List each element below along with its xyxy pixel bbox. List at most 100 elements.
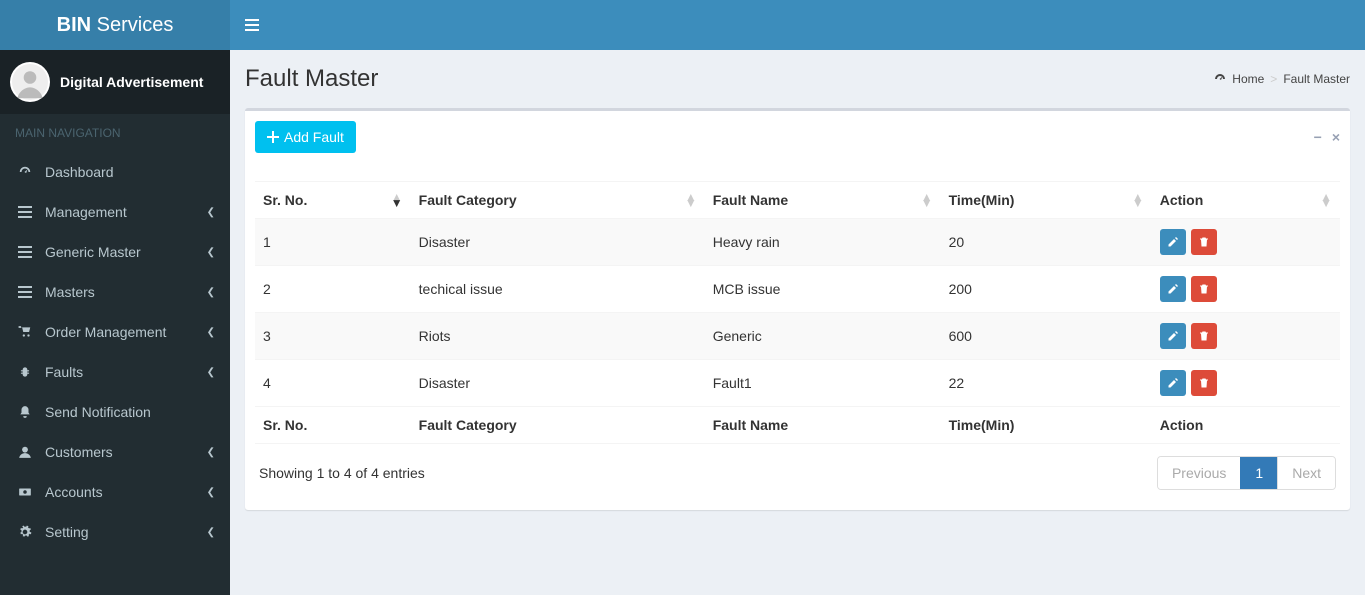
- sidebar-item-setting[interactable]: Setting ❮: [0, 512, 230, 552]
- chevron-left-icon: ❮: [207, 367, 215, 378]
- pencil-icon: [1167, 283, 1179, 295]
- table-row: 1 Disaster Heavy rain 20: [255, 219, 1340, 266]
- sidebar-item-send-notification[interactable]: Send Notification: [0, 392, 230, 432]
- table-row: 3 Riots Generic 600: [255, 313, 1340, 360]
- page-previous[interactable]: Previous: [1158, 457, 1240, 489]
- add-fault-label: Add Fault: [284, 129, 344, 145]
- sidebar-item-label: Setting: [45, 524, 89, 540]
- plus-icon: [267, 131, 279, 143]
- sidebar-item-order-management[interactable]: Order Management ❮: [0, 312, 230, 352]
- edit-button[interactable]: [1160, 229, 1186, 255]
- chevron-left-icon: ❮: [207, 287, 215, 298]
- cell-action: [1152, 219, 1340, 266]
- content-box: Add Fault − × Sr. No.▲▼ Fault Category▲▼: [245, 108, 1350, 510]
- delete-button[interactable]: [1191, 276, 1217, 302]
- sidebar-item-label: Generic Master: [45, 244, 141, 260]
- sidebar-item-label: Send Notification: [45, 404, 151, 420]
- sidebar-item-label: Order Management: [45, 324, 166, 340]
- sidebar-item-generic-master[interactable]: Generic Master ❮: [0, 232, 230, 272]
- bars-icon: [15, 245, 35, 259]
- sort-icon: ▲▼: [685, 194, 697, 206]
- sidebar-item-faults[interactable]: Faults ❮: [0, 352, 230, 392]
- delete-button[interactable]: [1191, 323, 1217, 349]
- foot-cat: Fault Category: [411, 407, 705, 444]
- fault-table: Sr. No.▲▼ Fault Category▲▼ Fault Name▲▼ …: [255, 181, 1340, 444]
- tachometer-icon: [15, 165, 35, 179]
- sort-icon: ▲▼: [921, 194, 933, 206]
- brand-logo[interactable]: BIN Services: [0, 0, 230, 50]
- sidebar-item-label: Dashboard: [45, 164, 114, 180]
- sidebar-section-header: MAIN NAVIGATION: [0, 114, 230, 152]
- sidebar-item-masters[interactable]: Masters ❮: [0, 272, 230, 312]
- avatar[interactable]: [10, 62, 50, 102]
- foot-time: Time(Min): [941, 407, 1152, 444]
- cell-time: 22: [941, 360, 1152, 407]
- trash-icon: [1198, 236, 1210, 248]
- sidebar-item-customers[interactable]: Customers ❮: [0, 432, 230, 472]
- close-icon[interactable]: ×: [1332, 129, 1340, 145]
- chevron-left-icon: ❮: [207, 447, 215, 458]
- sort-icon: ▲▼: [1320, 194, 1332, 206]
- bars-icon: [15, 285, 35, 299]
- sort-icon: ▲▼: [1132, 194, 1144, 206]
- trash-icon: [1198, 377, 1210, 389]
- add-fault-button[interactable]: Add Fault: [255, 121, 356, 153]
- gear-icon: [15, 525, 35, 539]
- chevron-left-icon: ❮: [207, 207, 215, 218]
- bell-icon: [15, 405, 35, 419]
- collapse-icon[interactable]: −: [1314, 129, 1322, 145]
- edit-button[interactable]: [1160, 323, 1186, 349]
- sidebar-item-label: Faults: [45, 364, 83, 380]
- chevron-left-icon: ❮: [207, 247, 215, 258]
- sidebar: BIN Services Digital Advertisement MAIN …: [0, 0, 230, 595]
- brand-rest: Services: [91, 14, 173, 36]
- delete-button[interactable]: [1191, 229, 1217, 255]
- sidebar-nav: Dashboard Management ❮ Generic Master ❮ …: [0, 152, 230, 552]
- sidebar-item-management[interactable]: Management ❮: [0, 192, 230, 232]
- user-name: Digital Advertisement: [60, 74, 203, 90]
- pencil-icon: [1167, 377, 1179, 389]
- sidebar-item-label: Customers: [45, 444, 113, 460]
- pencil-icon: [1167, 236, 1179, 248]
- edit-button[interactable]: [1160, 370, 1186, 396]
- brand-bold: BIN: [57, 14, 91, 36]
- delete-button[interactable]: [1191, 370, 1217, 396]
- money-icon: [15, 485, 35, 499]
- breadcrumb: Home > Fault Master: [1214, 72, 1350, 86]
- cell-time: 20: [941, 219, 1152, 266]
- edit-button[interactable]: [1160, 276, 1186, 302]
- cart-icon: [15, 325, 35, 339]
- trash-icon: [1198, 330, 1210, 342]
- cell-sr: 3: [255, 313, 411, 360]
- table-info: Showing 1 to 4 of 4 entries: [259, 465, 425, 481]
- cell-action: [1152, 360, 1340, 407]
- col-name[interactable]: Fault Name▲▼: [705, 182, 941, 219]
- cell-action: [1152, 266, 1340, 313]
- bars-icon: [15, 205, 35, 219]
- cell-sr: 1: [255, 219, 411, 266]
- hamburger-icon[interactable]: [245, 18, 259, 32]
- page-next[interactable]: Next: [1277, 457, 1335, 489]
- dashboard-icon: [1214, 73, 1226, 85]
- cell-action: [1152, 313, 1340, 360]
- sidebar-item-accounts[interactable]: Accounts ❮: [0, 472, 230, 512]
- col-cat[interactable]: Fault Category▲▼: [411, 182, 705, 219]
- chevron-left-icon: ❮: [207, 327, 215, 338]
- sort-icon: ▲▼: [391, 194, 403, 206]
- sidebar-item-label: Management: [45, 204, 127, 220]
- breadcrumb-home[interactable]: Home: [1232, 72, 1264, 86]
- foot-name: Fault Name: [705, 407, 941, 444]
- chevron-left-icon: ❮: [207, 527, 215, 538]
- page-title: Fault Master: [245, 65, 378, 93]
- col-sr[interactable]: Sr. No.▲▼: [255, 182, 411, 219]
- breadcrumb-current: Fault Master: [1283, 72, 1350, 86]
- chevron-left-icon: ❮: [207, 487, 215, 498]
- page-1[interactable]: 1: [1240, 457, 1277, 489]
- user-icon: [15, 445, 35, 459]
- sidebar-item-dashboard[interactable]: Dashboard: [0, 152, 230, 192]
- cell-cat: Disaster: [411, 360, 705, 407]
- cell-time: 600: [941, 313, 1152, 360]
- table-row: 2 techical issue MCB issue 200: [255, 266, 1340, 313]
- sidebar-item-label: Masters: [45, 284, 95, 300]
- col-time[interactable]: Time(Min)▲▼: [941, 182, 1152, 219]
